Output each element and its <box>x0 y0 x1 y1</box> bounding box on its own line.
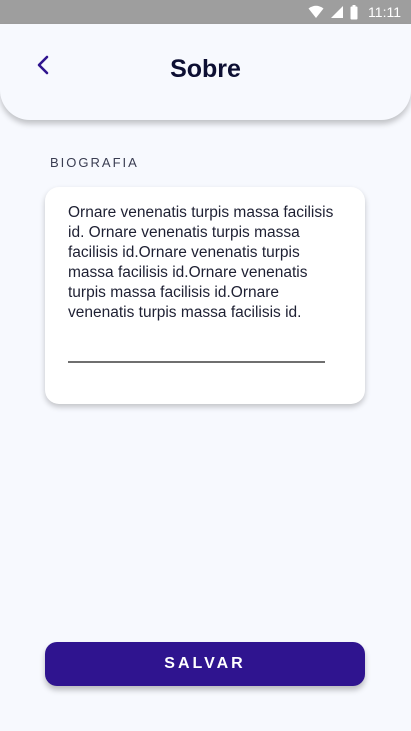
save-button[interactable]: SALVAR <box>45 642 365 686</box>
wifi-icon <box>308 5 324 19</box>
save-button-label: SALVAR <box>164 655 246 672</box>
status-time: 11:11 <box>368 4 401 20</box>
status-bar: 11:11 <box>0 0 411 24</box>
app-header: Sobre <box>0 24 411 120</box>
signal-icon <box>330 5 344 19</box>
biography-label: BIOGRAFIA <box>50 155 139 170</box>
biography-textarea[interactable]: Ornare venenatis turpis massa facilisis … <box>68 203 348 323</box>
textarea-underline <box>68 361 325 363</box>
battery-icon <box>350 4 358 20</box>
page-title: Sobre <box>170 55 241 83</box>
biography-card: Ornare venenatis turpis massa facilisis … <box>45 187 365 404</box>
